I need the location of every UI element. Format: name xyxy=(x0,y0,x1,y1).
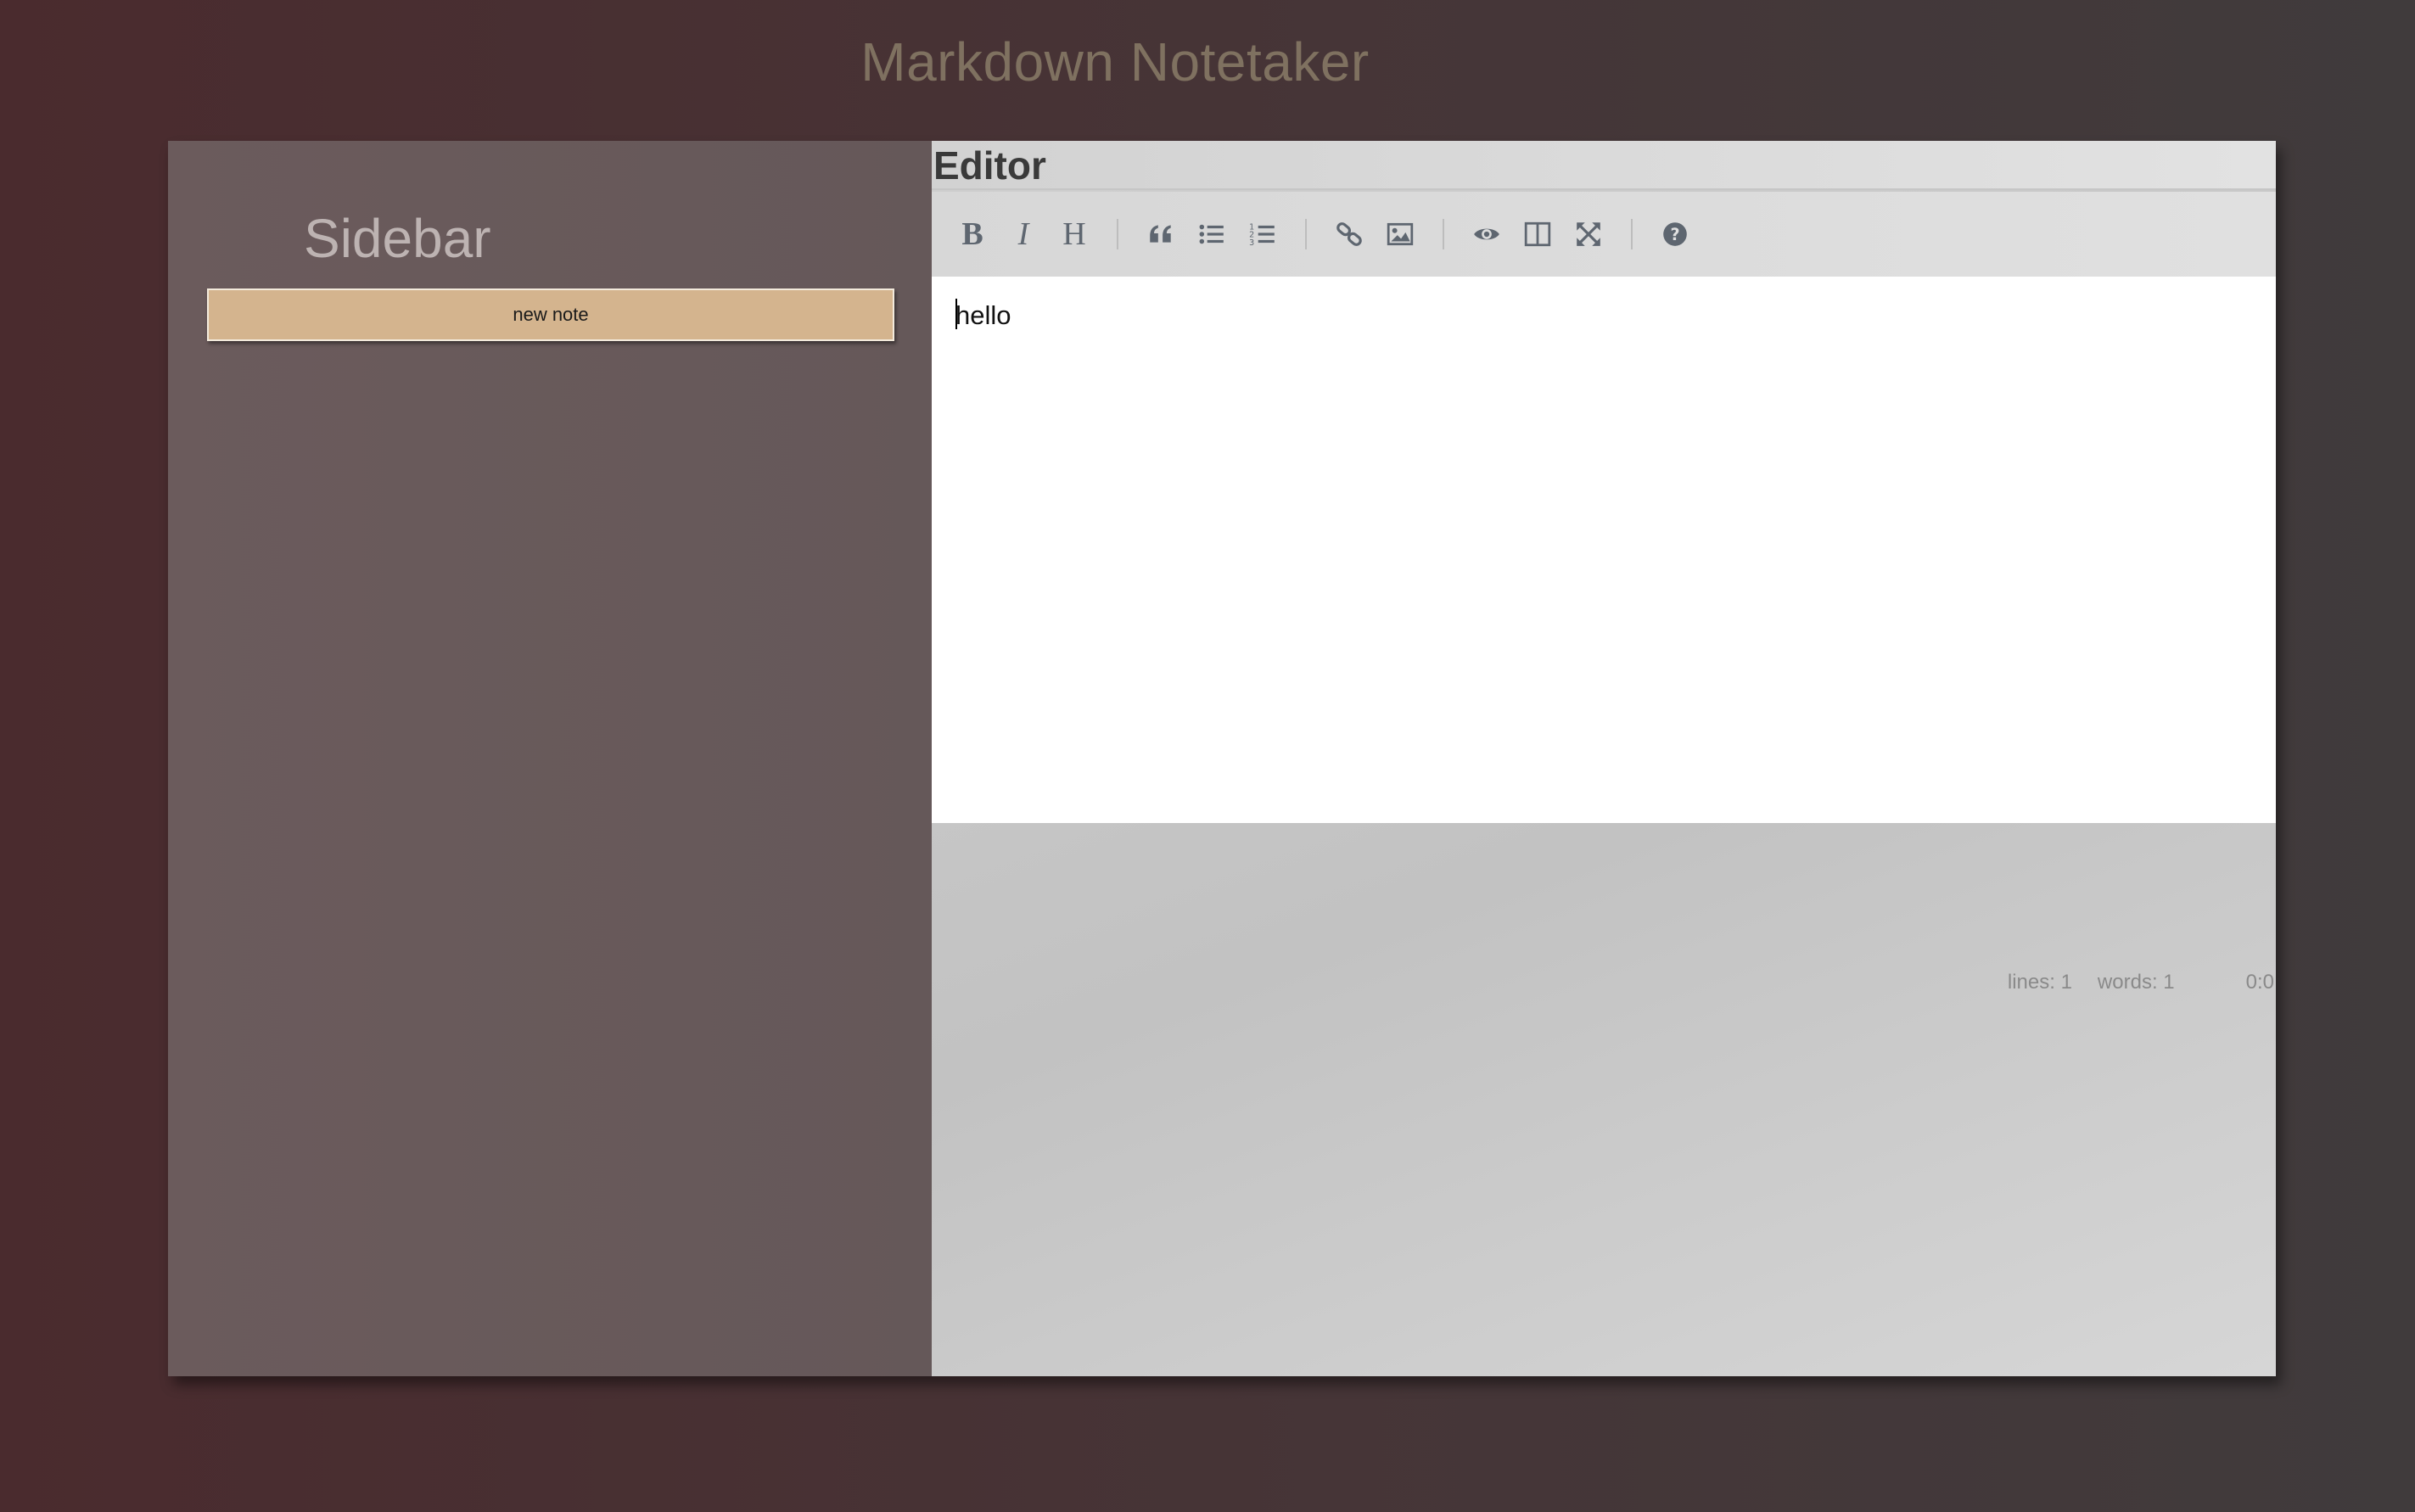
toolbar-separator xyxy=(1117,219,1118,249)
app-frame: Sidebar new note Editor B I H 1 2 3 ? he… xyxy=(168,141,2276,1376)
heading-icon: H xyxy=(1062,216,1086,252)
editor-title-bar xyxy=(932,141,2276,190)
bold-icon: B xyxy=(961,216,983,252)
new-note-button[interactable]: new note xyxy=(207,288,894,341)
unordered-list-icon xyxy=(1199,224,1224,244)
ordered-list-icon: 1 2 3 xyxy=(1249,223,1275,248)
status-words: words: 1 xyxy=(2097,971,2175,994)
sidebar-title: Sidebar xyxy=(304,208,491,269)
status-cursor-position: 0:0 xyxy=(2245,971,2274,994)
preview-button[interactable] xyxy=(1463,210,1510,258)
image-icon xyxy=(1387,222,1414,246)
italic-button[interactable]: I xyxy=(1000,210,1047,258)
toolbar-separator xyxy=(1305,219,1307,249)
editor-panel: Editor B I H 1 2 3 ? hello lines: 1 word… xyxy=(932,141,2276,1376)
unordered-list-button[interactable] xyxy=(1188,210,1236,258)
status-lines: lines: 1 xyxy=(2007,971,2072,994)
columns-icon xyxy=(1524,221,1551,247)
editor-toolbar: B I H 1 2 3 ? xyxy=(932,192,2276,277)
svg-text:3: 3 xyxy=(1249,238,1254,248)
image-button[interactable] xyxy=(1376,210,1424,258)
link-button[interactable] xyxy=(1325,210,1373,258)
svg-text:?: ? xyxy=(1670,225,1679,244)
guide-button[interactable]: ? xyxy=(1651,210,1699,258)
toolbar-separator xyxy=(1443,219,1444,249)
editor-content: hello xyxy=(955,300,1011,330)
editor-status-bar: lines: 1 words: 1 0:0 xyxy=(2008,971,2276,1001)
quote-icon xyxy=(1150,225,1171,243)
fullscreen-button[interactable] xyxy=(1565,210,1612,258)
heading-button[interactable]: H xyxy=(1051,210,1098,258)
italic-icon: I xyxy=(1017,216,1029,252)
help-icon: ? xyxy=(1663,222,1687,246)
quote-button[interactable] xyxy=(1137,210,1185,258)
bold-button[interactable]: B xyxy=(949,210,996,258)
editor-title: Editor xyxy=(933,143,1046,188)
fullscreen-icon xyxy=(1577,222,1600,246)
app-title: Markdown Notetaker xyxy=(860,31,1370,92)
eye-icon xyxy=(1474,228,1499,240)
sidebar: Sidebar new note xyxy=(168,141,932,1376)
side-by-side-button[interactable] xyxy=(1514,210,1561,258)
link-icon xyxy=(1336,222,1362,246)
markdown-editor-textarea[interactable]: hello xyxy=(932,277,2276,823)
toolbar-separator xyxy=(1631,219,1633,249)
ordered-list-button[interactable]: 1 2 3 xyxy=(1239,210,1286,258)
